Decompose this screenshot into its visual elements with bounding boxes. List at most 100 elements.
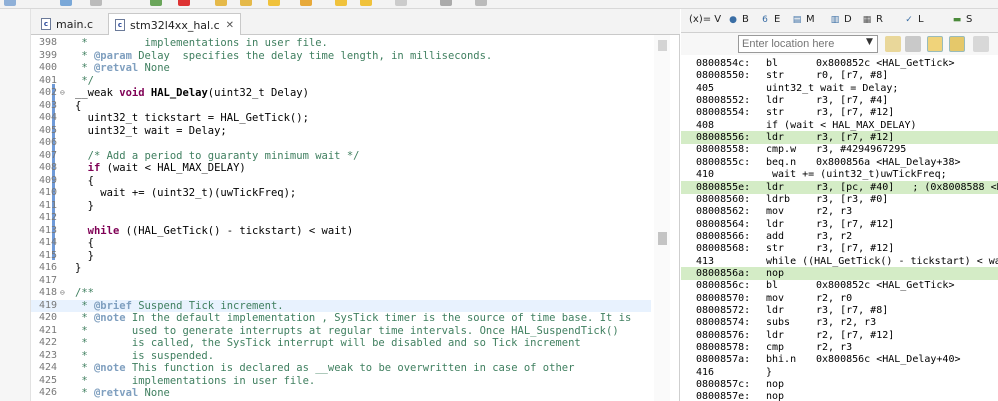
instruction-row[interactable]: 0800856a: nop (681, 266, 998, 280)
tab-breakpoints[interactable]: ● B (727, 14, 749, 25)
disassembly-listing[interactable]: 0800854c: bl 0x800852c <HAL_GetTick> 080085… (681, 55, 998, 401)
link-button[interactable] (905, 36, 921, 52)
code-line[interactable]: 426 * @retval None (31, 387, 651, 399)
instruction-row[interactable]: 08008566: add r3, r2 (681, 230, 998, 243)
instruction-row[interactable]: 0800854c: bl 0x800852c <HAL_GetTick> (681, 57, 998, 70)
toolbar-button[interactable] (240, 0, 252, 6)
code-text: wait += (uint32_t)(uwTickFreq); (75, 187, 297, 199)
instruction-row[interactable]: 08008578: cmp r2, r3 (681, 341, 998, 354)
toolbar-button[interactable] (90, 0, 102, 6)
editor-scrollbar[interactable] (654, 35, 670, 401)
toolbar-button[interactable] (215, 0, 227, 6)
location-input[interactable] (738, 35, 878, 53)
chevron-down-icon[interactable]: ▼ (866, 37, 873, 47)
goto-pc-button[interactable] (885, 36, 901, 52)
source-line[interactable]: 416} (681, 366, 998, 379)
instruction-address: 0800857e: (696, 391, 751, 401)
toolbar-button[interactable] (440, 0, 452, 6)
code-line[interactable]: 419 * @brief Suspend Tick increment. (31, 299, 651, 312)
debug-icon[interactable] (150, 0, 162, 6)
instruction-row[interactable]: 0800857a: bhi.n 0x800856c <HAL_Delay+40> (681, 353, 998, 366)
code-line[interactable]: 409 { (31, 175, 651, 187)
sync-button[interactable] (927, 36, 943, 52)
code-line[interactable]: 418 ⊖ /** (31, 287, 651, 299)
code-line[interactable]: 398 * implementations in user file. (31, 37, 651, 49)
instruction-row[interactable]: 08008554: str r3, [r7, #12] (681, 106, 998, 119)
tab-variables[interactable]: (x)= V (689, 14, 721, 25)
instruction-row[interactable]: 0800855c: beq.n 0x800856a <HAL_Delay+38> (681, 156, 998, 169)
code-line[interactable]: 405 uint32_t wait = Delay; (31, 125, 651, 137)
toolbar-button[interactable] (268, 0, 280, 6)
tab-registers[interactable]: ▦ R (861, 14, 883, 25)
code-line[interactable]: 416} (31, 262, 651, 274)
instruction-row[interactable]: 08008556: ldr r3, [r7, #12] (681, 131, 998, 145)
code-line[interactable]: 401 */ (31, 75, 651, 87)
tab-stm32l4xx-hal-c[interactable]: c stm32l4xx_hal.c ✕ (108, 13, 242, 36)
menu-button[interactable] (973, 36, 989, 52)
tab-label: D (844, 14, 852, 25)
stop-icon[interactable] (178, 0, 190, 6)
scroll-thumb[interactable] (658, 232, 667, 245)
code-editor[interactable]: 398 * implementations in user file. 399 *… (31, 35, 680, 401)
toolbar-button[interactable] (300, 0, 312, 6)
instruction-row[interactable]: 08008572: ldr r3, [r7, #8] (681, 304, 998, 317)
code-line[interactable]: 410 wait += (uint32_t)(uwTickFreq); (31, 187, 651, 199)
instruction-row[interactable]: 08008560: ldrb r3, [r3, #0] (681, 193, 998, 206)
tab-expressions[interactable]: 6E (759, 14, 780, 25)
code-line[interactable]: 422 * is called, the SysTick interrupt w… (31, 337, 651, 349)
instruction-row[interactable]: 08008574: subs r3, r2, r3 (681, 316, 998, 329)
instruction-row[interactable]: 08008552: ldr r3, [r7, #4] (681, 94, 998, 107)
fold-icon[interactable]: ⊖ (60, 87, 65, 99)
tab-memory[interactable]: ▤ M (791, 14, 815, 25)
instruction-row[interactable]: 0800857c: nop (681, 378, 998, 391)
instruction-row[interactable]: 08008558: cmp.w r3, #4294967295 (681, 143, 998, 156)
code-line[interactable]: 421 * used to generate interrupts at reg… (31, 325, 651, 337)
code-line[interactable]: 417 (31, 275, 651, 287)
code-line[interactable]: 425 * implementations in user file. (31, 375, 651, 387)
tab-live-expressions[interactable]: ✓ L (903, 14, 923, 25)
instruction-row[interactable]: 0800856c: bl 0x800852c <HAL_GetTick> (681, 279, 998, 292)
instruction-row[interactable]: 08008562: mov r2, r3 (681, 205, 998, 218)
tab-sfrs[interactable]: ▬ S (951, 14, 973, 25)
code-line[interactable]: 404 uint32_t tickstart = HAL_GetTick(); (31, 112, 651, 124)
code-line[interactable]: 415 } (31, 250, 651, 262)
tab-main-c[interactable]: c main.c (35, 13, 99, 35)
instruction-row[interactable]: 08008564: ldr r3, [r7, #12] (681, 218, 998, 231)
instruction-row[interactable]: 08008550: str r0, [r7, #8] (681, 69, 998, 82)
instruction-row[interactable]: 08008576: ldr r2, [r7, #12] (681, 329, 998, 342)
source-line[interactable]: 410 wait += (uint32_t)uwTickFreq; (681, 168, 998, 181)
fold-icon[interactable]: ⊖ (60, 287, 65, 299)
toolbar-button[interactable] (335, 0, 347, 6)
toolbar-button[interactable] (360, 0, 372, 6)
source-line[interactable]: 405 uint32_t wait = Delay; (681, 82, 998, 95)
code-line[interactable]: 423 * is suspended. (31, 350, 651, 362)
source-line[interactable]: 408 if (wait < HAL_MAX_DELAY) (681, 119, 998, 132)
instruction-row[interactable]: 08008570: mov r2, r0 (681, 292, 998, 305)
code-line[interactable]: 403 { (31, 100, 651, 112)
tab-disassembly[interactable]: ▥ D (829, 14, 852, 25)
code-line[interactable]: 406 (31, 137, 651, 149)
instruction-row[interactable]: 0800857e: nop (681, 390, 998, 401)
code-line[interactable]: 420 * @note In the default implementatio… (31, 312, 651, 324)
toolbar-button[interactable] (4, 0, 16, 6)
code-line[interactable]: 424 * @note This function is declared as… (31, 362, 651, 374)
instruction-row[interactable]: 08008568: str r3, [r7, #12] (681, 242, 998, 255)
code-line[interactable]: 413 while ((HAL_GetTick() - tickstart) <… (31, 225, 651, 237)
close-icon[interactable]: ✕ (226, 20, 234, 31)
code-line[interactable]: 411 } (31, 200, 651, 212)
source-line[interactable]: 413 while ((HAL_GetTick() - tickstart) < … (681, 255, 998, 268)
refresh-button[interactable] (949, 36, 965, 52)
toolbar-button[interactable] (475, 0, 487, 6)
code-line[interactable]: 400 * @retval None (31, 62, 651, 74)
line-number: 401 (38, 74, 57, 86)
code-line[interactable]: 414 { (31, 237, 651, 249)
code-line[interactable]: 399 * @param Delay specifies the delay t… (31, 50, 651, 62)
code-line[interactable]: 402 ⊖ __weak void HAL_Delay(uint32_t Delay… (31, 87, 651, 99)
code-line[interactable]: 408 if (wait < HAL_MAX_DELAY) (31, 162, 651, 174)
instruction-row[interactable]: 0800855e: ldr r3, [pc, #40] ; (0x8008588 <… (681, 180, 998, 194)
code-line[interactable]: 407 /* Add a period to guaranty minimum … (31, 150, 651, 162)
toolbar-button[interactable] (60, 0, 72, 6)
line-number: 422 (38, 337, 57, 348)
code-line[interactable]: 412 (31, 212, 651, 224)
toolbar-button[interactable] (395, 0, 407, 6)
